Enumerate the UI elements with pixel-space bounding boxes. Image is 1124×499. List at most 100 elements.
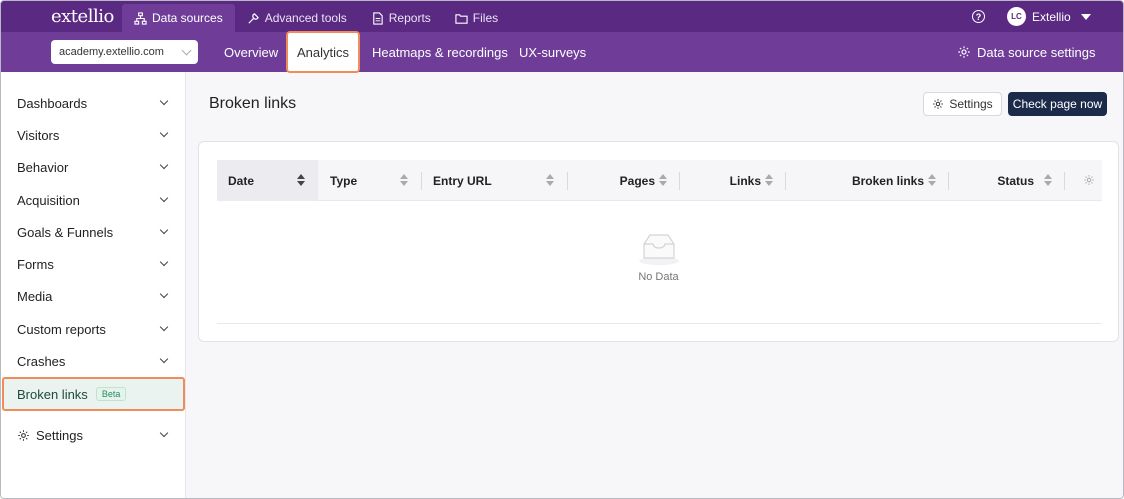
column-label: Pages (619, 173, 655, 188)
user-name: Extellio (1032, 9, 1071, 24)
sidebar-item-forms[interactable]: Forms (1, 248, 186, 280)
sidebar-item-dashboards[interactable]: Dashboards (1, 87, 186, 119)
table-header: Date Type Entry URL Pages Links Broken l… (217, 160, 1102, 201)
sidebar-item-visitors[interactable]: Visitors (1, 119, 186, 151)
site-select[interactable]: academy.extellio.com (51, 40, 198, 64)
topnav-reports[interactable]: Reports (359, 4, 443, 32)
page-title: Broken links (209, 95, 297, 112)
column-header-entry-url[interactable]: Entry URL (421, 160, 567, 201)
sidebar-item-behavior[interactable]: Behavior (1, 151, 186, 183)
column-header-broken-links[interactable]: Broken links (785, 160, 948, 201)
tab-analytics[interactable]: Analytics (286, 31, 360, 73)
data-source-settings-label: Data source settings (977, 44, 1096, 60)
sidebar-item-label: Behavior (17, 159, 69, 175)
sidebar-item-label: Forms (17, 256, 54, 272)
empty-state: No Data (199, 232, 1118, 283)
gear-icon (18, 429, 29, 441)
column-settings-gear-icon[interactable] (1083, 174, 1095, 186)
chevron-down-icon (159, 257, 169, 267)
sidebar-item-label: Media (17, 288, 53, 304)
chevron-down-icon (159, 289, 169, 299)
caret-down-icon (1080, 13, 1091, 20)
column-label: Date (228, 173, 255, 188)
column-label: Status (997, 173, 1034, 188)
sort-icon[interactable] (765, 174, 773, 187)
sort-icon[interactable] (297, 174, 305, 187)
sidebar-item-label: Acquisition (17, 192, 80, 208)
table-footer-divider (217, 323, 1102, 324)
sidebar-item-media[interactable]: Media (1, 280, 186, 312)
topnav-label: Reports (388, 11, 431, 25)
sidebar-item-goals-funnels[interactable]: Goals & Funnels (1, 216, 186, 248)
settings-button[interactable]: Settings (923, 92, 1002, 116)
column-divider (1064, 172, 1065, 190)
sidebar-item-acquisition[interactable]: Acquisition (1, 184, 186, 216)
sidebar-item-custom-reports[interactable]: Custom reports (1, 313, 186, 345)
data-source-settings-button[interactable]: Data source settings (957, 32, 1096, 72)
gear-icon (933, 99, 944, 109)
chevron-down-icon (159, 354, 169, 364)
top-nav: Data sources Advanced tools Reports File… (122, 4, 510, 32)
sidebar-item-settings[interactable]: Settings (1, 419, 186, 451)
sidebar-item-crashes[interactable]: Crashes (1, 345, 186, 377)
topnav-label: Data sources (152, 11, 223, 25)
sidebar-item-label: Broken links (17, 386, 88, 402)
empty-inbox-icon (638, 234, 679, 265)
wrench-icon (248, 12, 259, 24)
app-window: extellio Data sources Advanced tools Rep… (0, 0, 1124, 499)
topnav-advanced-tools[interactable]: Advanced tools (235, 4, 359, 32)
sidebar-item-label: Visitors (17, 127, 60, 143)
sub-bar: academy.extellio.com Overview Analytics … (1, 31, 1123, 73)
chevron-down-icon (159, 128, 169, 138)
chevron-down-icon (159, 193, 169, 203)
tab-heatmaps-recordings[interactable]: Heatmaps & recordings (372, 32, 508, 72)
column-label: Entry URL (433, 173, 492, 188)
column-header-type[interactable]: Type (318, 160, 421, 201)
chevron-down-icon (159, 322, 169, 332)
column-label: Broken links (851, 173, 924, 188)
sort-icon[interactable] (928, 174, 936, 187)
topnav-label: Files (472, 11, 499, 25)
sort-icon[interactable] (1044, 174, 1052, 187)
sidebar-item-label: Dashboards (17, 95, 88, 111)
topnav-label: Advanced tools (264, 11, 347, 25)
topnav-data-sources[interactable]: Data sources (122, 4, 235, 32)
logo[interactable]: extellio (51, 6, 114, 27)
tab-overview[interactable]: Overview (224, 32, 278, 72)
sidebar-item-broken-links[interactable]: Broken links Beta (2, 377, 185, 411)
sitemap-icon (134, 11, 147, 25)
sort-icon[interactable] (400, 174, 408, 187)
sidebar-item-label: Crashes (17, 353, 66, 369)
empty-state-text: No Data (638, 271, 679, 283)
sidebar-item-label: Settings (36, 427, 83, 443)
gear-icon (958, 46, 970, 58)
site-select-value: academy.extellio.com (59, 46, 164, 58)
sort-icon[interactable] (659, 174, 667, 187)
document-icon (372, 11, 383, 25)
help-icon[interactable]: ? (972, 10, 985, 23)
chevron-down-icon (181, 45, 192, 56)
column-label: Links (729, 173, 761, 188)
avatar: LC (1007, 7, 1026, 26)
tab-ux-surveys[interactable]: UX-surveys (519, 32, 586, 72)
settings-button-label: Settings (949, 97, 993, 111)
folder-icon (455, 13, 468, 24)
sort-icon[interactable] (546, 174, 554, 187)
sidebar-item-label: Custom reports (17, 321, 106, 337)
chevron-down-icon (159, 160, 169, 170)
top-bar: extellio Data sources Advanced tools Rep… (1, 1, 1123, 32)
chevron-down-icon (159, 96, 169, 106)
column-label: Type (330, 173, 358, 188)
check-page-now-button[interactable]: Check page now (1008, 92, 1107, 116)
topnav-files[interactable]: Files (443, 4, 510, 32)
column-header-date[interactable]: Date (217, 160, 318, 201)
chevron-down-icon (159, 225, 169, 235)
column-header-status[interactable]: Status (948, 160, 1064, 201)
sidebar-item-label: Goals & Funnels (17, 224, 114, 240)
column-header-pages[interactable]: Pages (567, 160, 679, 201)
beta-badge: Beta (95, 387, 127, 401)
column-header-links[interactable]: Links (679, 160, 785, 201)
broken-links-table-card: Date Type Entry URL Pages Links Broken l… (198, 141, 1119, 342)
user-menu[interactable]: LC Extellio (1007, 7, 1091, 26)
sidebar: Dashboards Visitors Behavior Acquisition… (1, 72, 186, 498)
